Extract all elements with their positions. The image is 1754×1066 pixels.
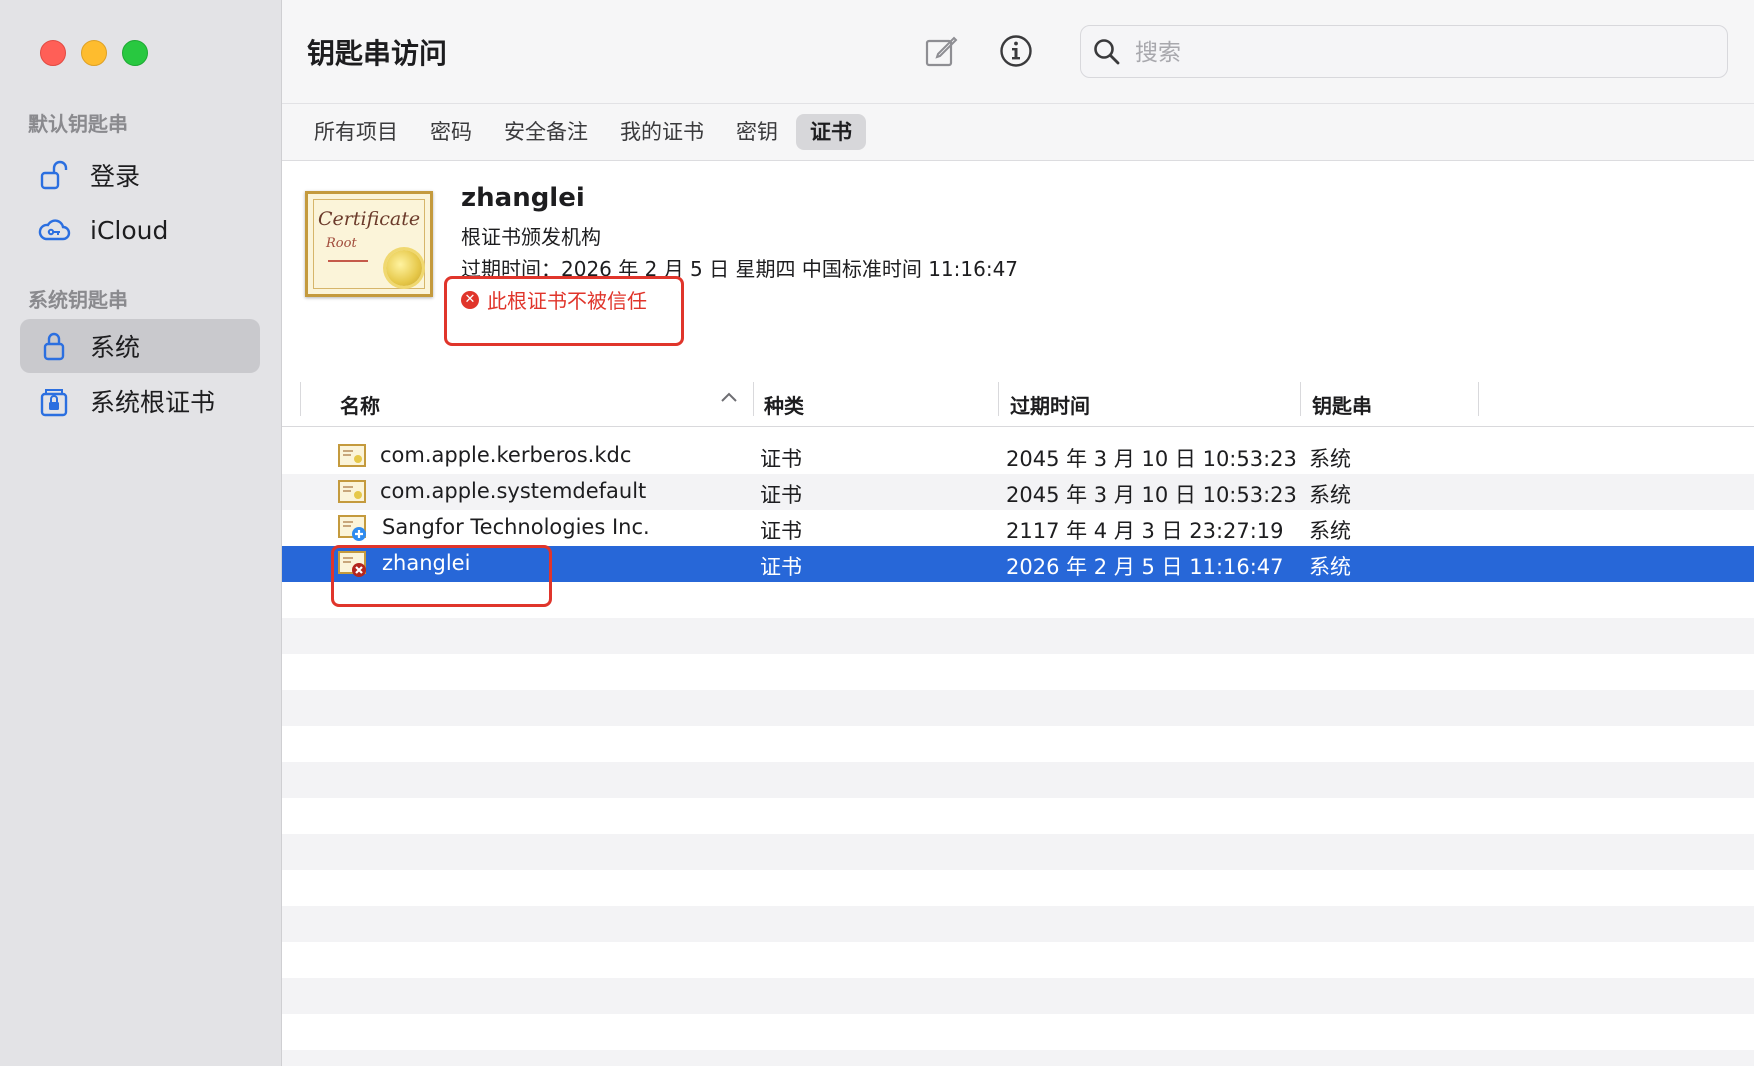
cloud-icon xyxy=(36,214,72,246)
compose-icon[interactable] xyxy=(921,31,961,71)
minimize-window-button[interactable] xyxy=(81,40,107,66)
table-header: 名称 种类 过期时间 钥匙串 xyxy=(282,380,1754,427)
toolbar-divider xyxy=(282,103,1754,104)
empty-row xyxy=(282,978,1754,1014)
certificate-seal-icon xyxy=(386,250,422,286)
certificate-plus-icon xyxy=(338,514,366,541)
empty-row xyxy=(282,762,1754,798)
lock-box-icon xyxy=(36,385,72,417)
tab-my-certificates[interactable]: 我的证书 xyxy=(606,114,718,150)
table-row[interactable]: com.apple.systemdefault 证书 2045 年 3 月 10… xyxy=(282,474,1754,510)
highlight-annotation-warning xyxy=(444,276,684,346)
empty-row xyxy=(282,906,1754,942)
zoom-window-button[interactable] xyxy=(122,40,148,66)
sidebar-item-label: 系统 xyxy=(90,333,141,362)
tab-secure-notes[interactable]: 安全备注 xyxy=(490,114,602,150)
lock-icon xyxy=(36,330,72,362)
detail-certificate-name: zhanglei xyxy=(461,183,585,213)
table-row[interactable]: Sangfor Technologies Inc. 证书 2117 年 4 月 … xyxy=(282,510,1754,546)
sidebar-item-label: 登录 xyxy=(90,162,141,191)
table-row[interactable]: com.apple.kerberos.kdc 证书 2045 年 3 月 10 … xyxy=(282,438,1754,474)
tab-passwords[interactable]: 密码 xyxy=(416,114,486,150)
search-field[interactable] xyxy=(1080,25,1728,78)
sidebar-item-system-roots[interactable]: 系统根证书 xyxy=(20,374,260,428)
close-window-button[interactable] xyxy=(40,40,66,66)
column-header-kind[interactable]: 种类 xyxy=(764,390,804,419)
certificate-icon xyxy=(338,478,366,504)
lock-open-icon xyxy=(36,159,72,191)
tab-keys[interactable]: 密钥 xyxy=(722,114,792,150)
empty-row xyxy=(282,690,1754,726)
window-controls xyxy=(40,40,148,66)
search-input[interactable] xyxy=(1133,34,1697,72)
sidebar-section-default-keychains: 默认钥匙串 xyxy=(28,112,128,136)
certificate-icon xyxy=(338,442,366,468)
sidebar-section-system-keychains: 系统钥匙串 xyxy=(28,288,128,312)
highlight-annotation-row xyxy=(331,545,552,607)
empty-row xyxy=(282,834,1754,870)
window-title: 钥匙串访问 xyxy=(307,37,448,70)
keychain-access-window: 默认钥匙串 登录 iCloud 系统钥匙串 系统 系统根证书 钥匙串访问 搜索 … xyxy=(0,0,1754,1066)
empty-row xyxy=(282,1050,1754,1066)
sidebar-item-login[interactable]: 登录 xyxy=(20,148,260,202)
sidebar-item-label: 系统根证书 xyxy=(90,388,216,417)
sidebar-item-system[interactable]: 系统 xyxy=(20,319,260,373)
certificate-image: Certificate Root xyxy=(305,191,433,297)
sidebar-item-label: iCloud xyxy=(90,215,169,245)
tabs-divider xyxy=(282,160,1754,161)
detail-issuer: 根证书颁发机构 xyxy=(461,225,601,249)
search-icon xyxy=(1093,38,1121,70)
sort-ascending-icon[interactable] xyxy=(719,389,739,408)
column-header-name[interactable]: 名称 xyxy=(340,390,380,419)
category-tabs: 所有项目 密码 安全备注 我的证书 密钥 证书 xyxy=(300,114,870,150)
sidebar: 默认钥匙串 登录 iCloud 系统钥匙串 系统 系统根证书 xyxy=(0,0,282,1066)
empty-row xyxy=(282,618,1754,654)
sidebar-item-icloud[interactable]: iCloud xyxy=(20,203,260,257)
column-header-keychain[interactable]: 钥匙串 xyxy=(1312,390,1372,419)
tab-all-items[interactable]: 所有项目 xyxy=(300,114,412,150)
info-icon[interactable] xyxy=(996,31,1036,71)
column-header-expires[interactable]: 过期时间 xyxy=(1010,390,1090,419)
tab-certificates[interactable]: 证书 xyxy=(796,114,866,150)
